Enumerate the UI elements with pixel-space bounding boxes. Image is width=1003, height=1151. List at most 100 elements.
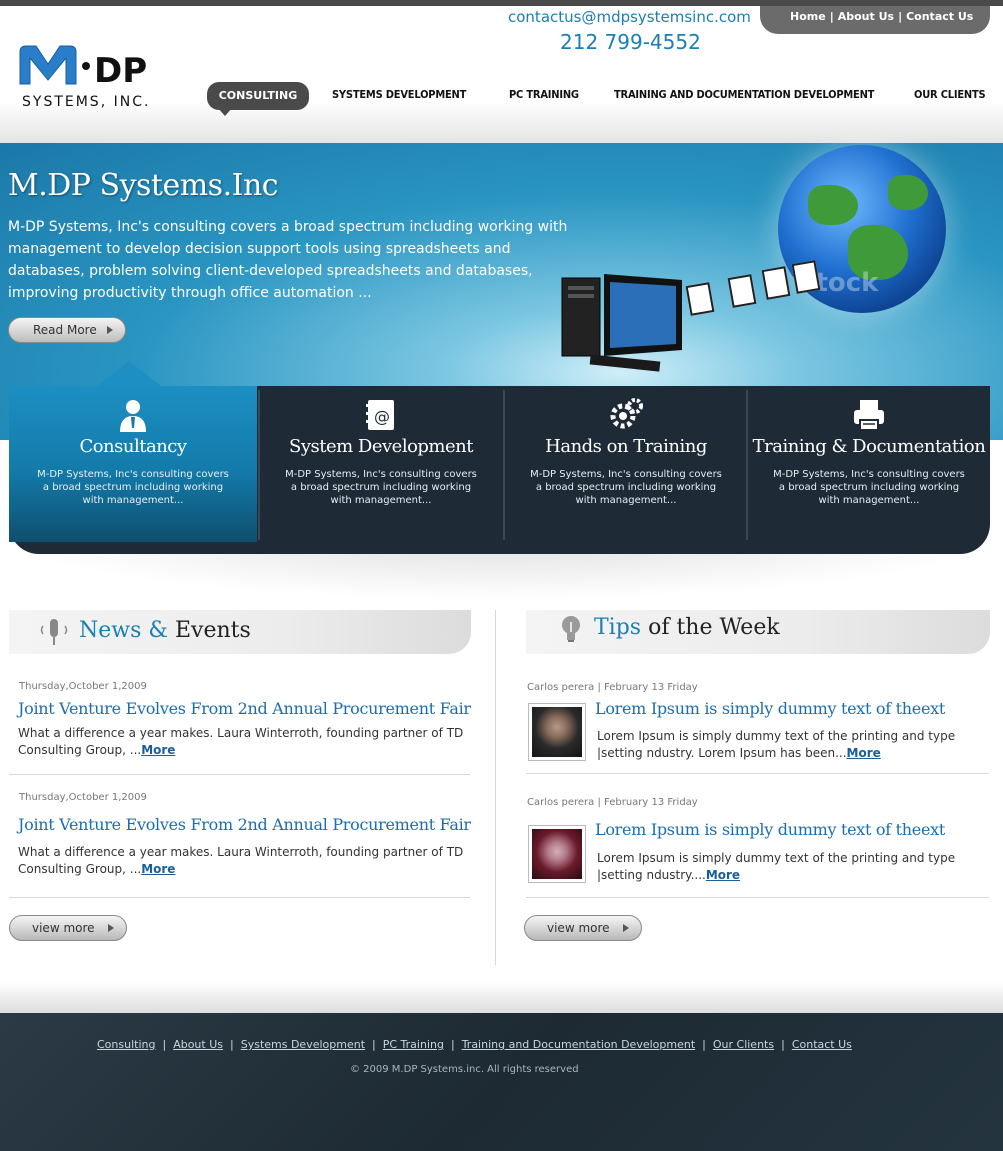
contact-phone: 212 799-4552 bbox=[560, 30, 701, 54]
news-body: What a difference a year makes. Laura Wi… bbox=[18, 725, 470, 759]
footer-separator: | bbox=[230, 1038, 234, 1051]
company-logo[interactable]: DP SYSTEMS, INC. bbox=[18, 44, 178, 114]
service-title: Training & Documentation bbox=[752, 436, 986, 457]
footer-separator: | bbox=[450, 1038, 455, 1051]
svg-text:@: @ bbox=[374, 407, 390, 426]
computer-image bbox=[560, 272, 685, 372]
author-avatar[interactable] bbox=[528, 703, 586, 761]
read-more-label: Read More bbox=[33, 323, 97, 337]
tip-byline: Carlos perera | February 13 Friday bbox=[527, 797, 698, 808]
arrow-right-icon bbox=[108, 924, 114, 932]
top-link-home[interactable]: Home bbox=[790, 10, 826, 23]
tip-more-link[interactable]: More bbox=[706, 868, 740, 882]
top-links: Home | About Us | Contact Us bbox=[790, 10, 973, 23]
service-system-development[interactable]: @ System Development M-DP Systems, Inc's… bbox=[260, 386, 502, 542]
footer-link-pc-training[interactable]: PC Training bbox=[383, 1038, 444, 1051]
tips-title-rest: of the Week bbox=[641, 615, 780, 640]
footer-link-consulting[interactable]: Consulting bbox=[97, 1038, 155, 1051]
news-view-more-button[interactable]: view more bbox=[9, 915, 127, 941]
footer-fade bbox=[0, 982, 1003, 1014]
service-text: M-DP Systems, Inc's consulting covers a … bbox=[37, 469, 229, 506]
svg-text:DP: DP bbox=[94, 51, 147, 91]
news-section-title: News & Events bbox=[79, 618, 251, 643]
footer-link-our-clients[interactable]: Our Clients bbox=[713, 1038, 774, 1051]
document-icons bbox=[685, 260, 826, 332]
footer-links: Consulting | About Us | Systems Development |… bbox=[97, 1038, 852, 1051]
news-title-rest: Events bbox=[167, 618, 251, 643]
banner-text: M-DP Systems, Inc's consulting covers a … bbox=[8, 219, 568, 301]
arrow-right-icon bbox=[107, 326, 113, 334]
tips-section-title: Tips of the Week bbox=[594, 615, 780, 640]
service-text: M-DP Systems, Inc's consulting covers a … bbox=[773, 469, 965, 506]
news-date: Thursday,October 1,2009 bbox=[19, 681, 147, 692]
footer-link-about[interactable]: About Us bbox=[173, 1038, 223, 1051]
top-link-about[interactable]: About Us bbox=[838, 10, 894, 23]
gears-icon bbox=[609, 398, 643, 432]
banner-title: M.DP Systems.Inc bbox=[8, 168, 279, 203]
tip-divider bbox=[526, 897, 989, 898]
tip-excerpt: Lorem Ipsum is simply dummy text of the … bbox=[597, 851, 956, 882]
view-more-label: view more bbox=[547, 921, 610, 935]
top-link-separator: | bbox=[898, 10, 903, 23]
service-text: M-DP Systems, Inc's consulting covers a … bbox=[530, 469, 722, 506]
news-more-link[interactable]: More bbox=[141, 743, 175, 757]
news-more-link[interactable]: More bbox=[141, 862, 175, 876]
service-hands-on-training[interactable]: Hands on Training M-DP Systems, Inc's co… bbox=[505, 386, 747, 542]
footer-separator: | bbox=[372, 1038, 376, 1051]
service-title: Consultancy bbox=[79, 436, 187, 457]
footer bbox=[0, 1013, 1003, 1151]
tip-excerpt: Lorem Ipsum is simply dummy text of the … bbox=[597, 729, 956, 760]
author-avatar[interactable] bbox=[528, 825, 586, 883]
tips-view-more-button[interactable]: view more bbox=[524, 915, 642, 941]
news-title-highlight: News & bbox=[79, 618, 168, 643]
microphone-icon bbox=[39, 618, 69, 650]
nav-consulting[interactable]: CONSULTING bbox=[207, 82, 309, 110]
view-more-label: view more bbox=[32, 921, 95, 935]
nav-training-documentation[interactable]: TRAINING AND DOCUMENTATION DEVELOPMENT bbox=[614, 88, 874, 101]
nav-systems-development[interactable]: SYSTEMS DEVELOPMENT bbox=[332, 88, 466, 101]
tip-body: Lorem Ipsum is simply dummy text of the … bbox=[597, 850, 987, 884]
services-active-pointer bbox=[97, 361, 161, 386]
service-title: Hands on Training bbox=[545, 436, 707, 457]
service-text: M-DP Systems, Inc's consulting covers a … bbox=[285, 469, 477, 506]
news-section-header: News & Events bbox=[9, 610, 471, 654]
news-date: Thursday,October 1,2009 bbox=[19, 792, 147, 803]
tip-title-link[interactable]: Lorem Ipsum is simply dummy text of thee… bbox=[595, 820, 945, 839]
tip-byline: Carlos perera | February 13 Friday bbox=[527, 682, 698, 693]
printer-icon bbox=[852, 398, 886, 432]
top-link-contact[interactable]: Contact Us bbox=[906, 10, 973, 23]
nav-our-clients[interactable]: OUR CLIENTS bbox=[914, 88, 986, 101]
service-consultancy[interactable]: Consultancy M-DP Systems, Inc's consulti… bbox=[9, 386, 257, 542]
top-link-separator: | bbox=[829, 10, 834, 23]
tip-more-link[interactable]: More bbox=[847, 746, 881, 760]
news-divider bbox=[9, 897, 470, 898]
news-excerpt: What a difference a year makes. Laura Wi… bbox=[18, 845, 464, 876]
nav-pc-training[interactable]: PC TRAINING bbox=[509, 88, 579, 101]
tips-section-header: Tips of the Week bbox=[526, 610, 990, 654]
copyright-text: © 2009 M.DP Systems.inc. All rights rese… bbox=[350, 1064, 579, 1075]
arrow-right-icon bbox=[623, 924, 629, 932]
service-training-documentation[interactable]: Training & Documentation M-DP Systems, I… bbox=[748, 386, 990, 542]
address-book-icon: @ bbox=[364, 398, 398, 432]
nav-active-pointer bbox=[218, 108, 232, 116]
footer-separator: | bbox=[781, 1038, 785, 1051]
tips-title-highlight: Tips bbox=[594, 615, 642, 640]
footer-separator: | bbox=[702, 1038, 706, 1051]
logo-subtitle: SYSTEMS, INC. bbox=[22, 94, 150, 110]
footer-link-training-documentation[interactable]: Training and Documentation Development bbox=[462, 1038, 695, 1051]
news-body: What a difference a year makes. Laura Wi… bbox=[18, 844, 470, 878]
contact-email[interactable]: contactus@mdpsystemsinc.com bbox=[508, 8, 751, 26]
news-title-link[interactable]: Joint Venture Evolves From 2nd Annual Pr… bbox=[18, 815, 471, 834]
news-title-link[interactable]: Joint Venture Evolves From 2nd Annual Pr… bbox=[18, 699, 471, 718]
news-excerpt: What a difference a year makes. Laura Wi… bbox=[18, 726, 464, 757]
read-more-button[interactable]: Read More bbox=[8, 317, 126, 343]
news-divider bbox=[9, 774, 470, 775]
footer-link-systems-development[interactable]: Systems Development bbox=[241, 1038, 365, 1051]
lightbulb-icon bbox=[560, 614, 582, 648]
footer-separator: | bbox=[162, 1038, 167, 1051]
service-title: System Development bbox=[289, 436, 473, 457]
tip-divider bbox=[526, 773, 989, 774]
footer-link-contact[interactable]: Contact Us bbox=[792, 1038, 852, 1051]
column-divider bbox=[495, 610, 496, 965]
tip-title-link[interactable]: Lorem Ipsum is simply dummy text of thee… bbox=[595, 699, 945, 718]
